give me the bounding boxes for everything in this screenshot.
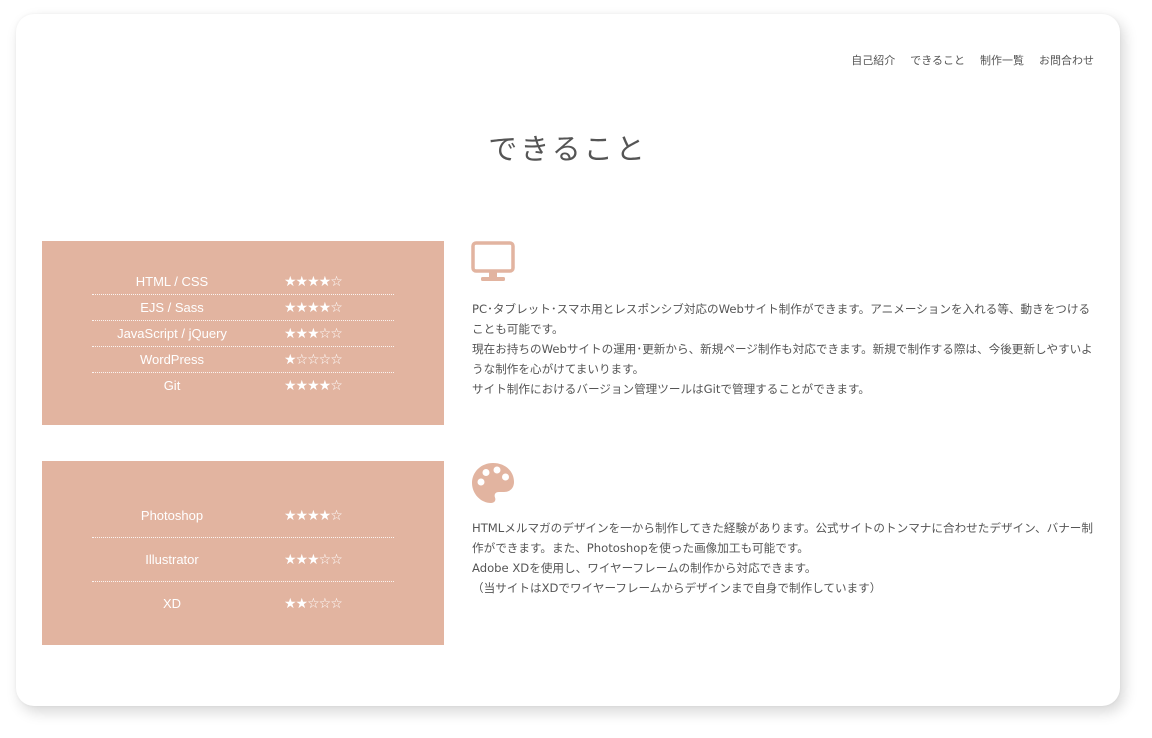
skill-name: HTML / CSS [135,274,209,289]
skill-row: XD ★★☆☆☆ [92,582,394,625]
skill-row: EJS / Sass ★★★★☆ [92,295,394,321]
description-paragraph: （当サイトはXDでワイヤーフレームからデザインまで自身で制作しています） [472,581,882,595]
description-paragraph: サイト制作におけるバージョン管理ツールはGitで管理することができます。 [472,382,870,396]
skill-name: JavaScript / jQuery [117,326,227,341]
nav-item-works[interactable]: 制作一覧 [980,52,1024,68]
nav-item-contact[interactable]: お問合わせ [1039,52,1094,68]
skill-row: HTML / CSS ★★★★☆ [92,269,394,295]
skill-name: EJS / Sass [140,300,204,315]
skill-row: JavaScript / jQuery ★★★☆☆ [92,321,394,347]
skill-rating-stars: ★★★★☆ [284,299,343,316]
description-paragraph: HTMLメルマガのデザインを一から制作してきた経験があります。公式サイトのトンマ… [472,521,1093,555]
web-skills-description: PC･タブレット･スマホ用とレスポンシブ対応のWebサイト制作ができます。アニメ… [472,299,1100,399]
design-skills-table: Photoshop ★★★★☆ Illustrator ★★★☆☆ XD ★★☆… [92,494,394,625]
skill-rating-stars: ★★★☆☆ [284,551,343,568]
skill-row: WordPress ★☆☆☆☆ [92,347,394,373]
design-skills-box: Photoshop ★★★★☆ Illustrator ★★★☆☆ XD ★★☆… [42,461,444,645]
web-skills-box: HTML / CSS ★★★★☆ EJS / Sass ★★★★☆ JavaSc… [42,241,444,425]
nav-item-skills[interactable]: できること [910,52,965,68]
global-nav: 自己紹介 できること 制作一覧 お問合わせ [851,52,1094,68]
skill-row: Illustrator ★★★☆☆ [92,538,394,582]
nav-item-about[interactable]: 自己紹介 [851,52,895,68]
monitor-icon [471,241,515,281]
skill-rating-stars: ★★★★☆ [284,273,343,290]
skill-rating-stars: ★★★★☆ [284,377,343,394]
skill-name: Illustrator [145,552,199,567]
skill-name: Photoshop [140,508,204,523]
skill-rating-stars: ★★☆☆☆ [284,595,343,612]
skill-name: XD [162,596,182,611]
content-card: 自己紹介 できること 制作一覧 お問合わせ できること HTML / CSS ★… [16,14,1120,706]
skill-rating-stars: ★★★☆☆ [284,325,343,342]
design-skills-description: HTMLメルマガのデザインを一から制作してきた経験があります。公式サイトのトンマ… [472,518,1100,598]
skill-name: WordPress [139,352,205,367]
skill-name: Git [163,378,181,393]
skill-row: Photoshop ★★★★☆ [92,494,394,538]
description-paragraph: Adobe XDを使用し、ワイヤーフレームの制作から対応できます。 [472,561,817,575]
web-skills-table: HTML / CSS ★★★★☆ EJS / Sass ★★★★☆ JavaSc… [92,269,394,398]
skill-row: Git ★★★★☆ [92,373,394,398]
description-paragraph: 現在お持ちのWebサイトの運用･更新から、新規ページ制作も対応できます。新規で制… [472,342,1093,376]
description-paragraph: PC･タブレット･スマホ用とレスポンシブ対応のWebサイト制作ができます。アニメ… [472,302,1091,336]
page-title: できること [488,132,648,166]
palette-icon [472,463,514,503]
skill-rating-stars: ★★★★☆ [284,507,343,524]
skill-rating-stars: ★☆☆☆☆ [284,351,343,368]
